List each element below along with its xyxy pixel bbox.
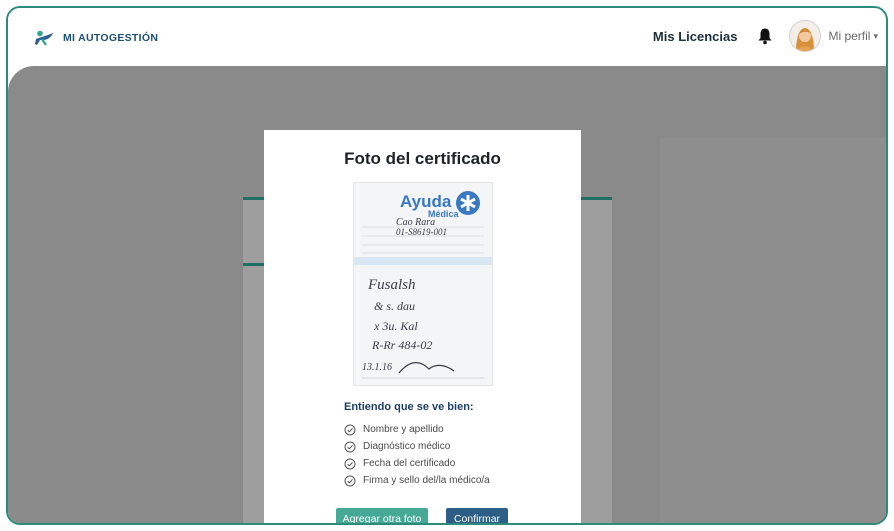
handwriting-line: R-Rr 484-02 — [371, 338, 432, 352]
brand-logo[interactable]: MI AUTOGESTIÓN — [34, 30, 158, 46]
add-photo-button[interactable]: Agregar otra foto — [336, 508, 428, 523]
background-card-divider — [243, 263, 265, 266]
certificate-image: Ayuda Médica Cao Rara 01-S8619-001 Fusal… — [353, 182, 493, 386]
checklist-item-label: Fecha del certificado — [363, 458, 456, 469]
handwriting-line: x 3u. Kal — [373, 319, 418, 333]
handwriting-line: & s. dau — [374, 299, 415, 313]
brand-name: MI AUTOGESTIÓN — [63, 32, 159, 44]
checklist-item: Firma y sello del/la médico/a — [344, 472, 490, 489]
photo-certificate-modal: Foto del certificado Ayuda Médica Cao Ra… — [264, 130, 581, 523]
checklist-item: Diagnóstico médico — [344, 438, 490, 455]
check-circle-icon — [344, 424, 356, 435]
handwriting-line: 01-S8619-001 — [396, 227, 447, 237]
bell-icon[interactable] — [757, 27, 773, 45]
profile-menu[interactable]: Mi perfil — [828, 29, 870, 43]
confirm-button[interactable]: Confirmar — [446, 508, 508, 523]
checklist-item-label: Firma y sello del/la médico/a — [363, 475, 490, 486]
checklist-item-label: Nombre y apellido — [363, 424, 444, 435]
modal-title: Foto del certificado — [344, 149, 501, 168]
check-circle-icon — [344, 458, 356, 469]
background-panel — [660, 138, 886, 523]
avatar[interactable] — [789, 20, 822, 52]
certificate-photo: Ayuda Médica Cao Rara 01-S8619-001 Fusal… — [354, 183, 492, 385]
handwriting-line: Fusalsh — [367, 277, 416, 293]
checklist-item-label: Diagnóstico médico — [363, 441, 451, 452]
person-running-icon — [35, 30, 53, 46]
chevron-down-icon[interactable]: ▾ — [873, 31, 878, 42]
modal-backdrop[interactable]: Foto del certificado Ayuda Médica Cao Ra… — [8, 66, 886, 523]
checklist-title: Entiendo que se ve bien: — [344, 401, 474, 413]
top-navbar: MI AUTOGESTIÓN Mis Licencias Mi perfil ▾ — [8, 8, 886, 70]
checklist-item: Nombre y apellido — [344, 421, 490, 438]
checklist: Nombre y apellido Diagnóstico médico Fec… — [344, 421, 490, 489]
checklist-item: Fecha del certificado — [344, 455, 490, 472]
mis-licencias-link[interactable]: Mis Licencias — [653, 29, 738, 44]
nav-right: Mis Licencias Mi perfil ▾ — [653, 20, 878, 52]
check-circle-icon — [344, 441, 356, 452]
handwriting-line: 13.1.16 — [362, 362, 392, 373]
check-circle-icon — [344, 475, 356, 486]
app-window: MI AUTOGESTIÓN Mis Licencias Mi perfil ▾ — [6, 6, 888, 525]
user-avatar-icon — [790, 21, 821, 51]
